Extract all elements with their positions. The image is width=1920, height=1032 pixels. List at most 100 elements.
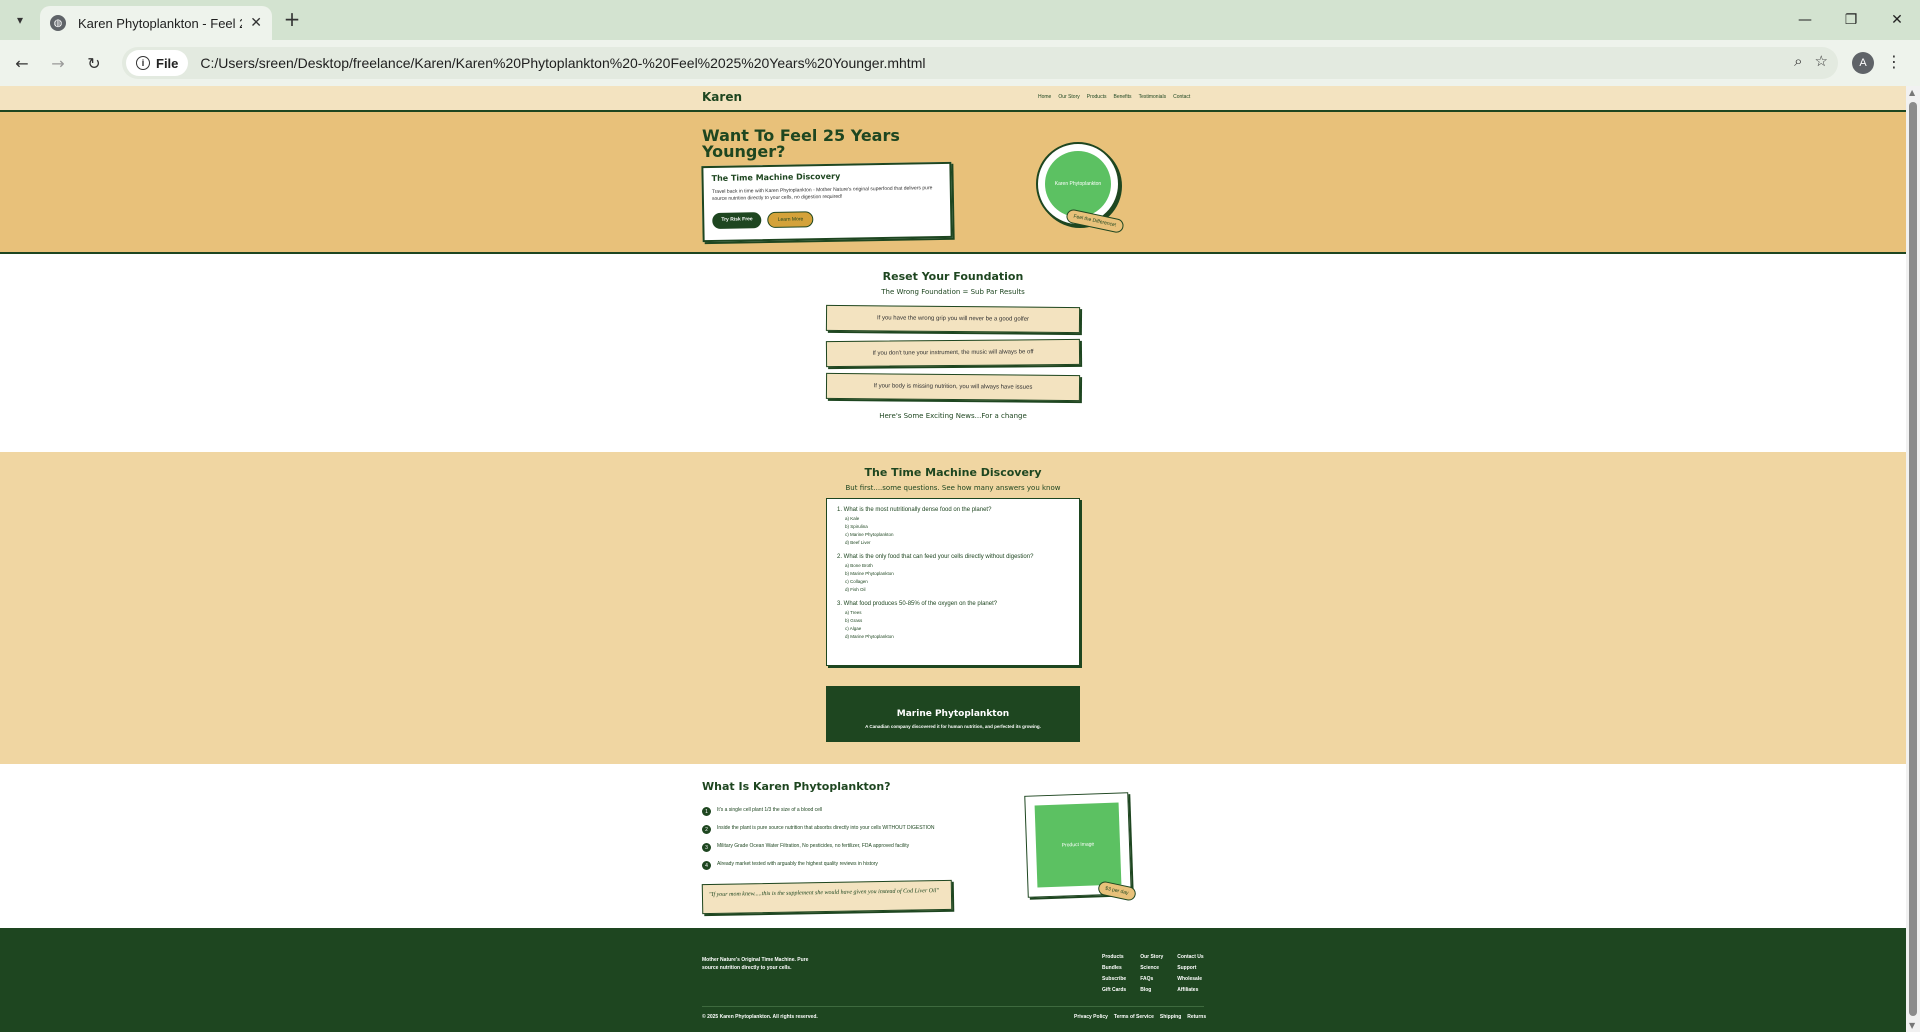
discovery-title: The Time Machine Discovery	[864, 466, 1042, 479]
footer-link[interactable]: Affiliates	[1177, 985, 1203, 996]
profile-avatar[interactable]: A	[1852, 52, 1874, 74]
scroll-down-icon[interactable]: ▼	[1909, 1021, 1915, 1030]
nav-benefits[interactable]: Benefits	[1113, 94, 1131, 100]
answer-option: b) Spirulina	[845, 524, 868, 529]
footer-link[interactable]: Support	[1177, 963, 1203, 974]
privacy-link[interactable]: Privacy Policy	[1074, 1014, 1108, 1020]
hero-circle-label: Karen Phytoplankton	[1045, 151, 1111, 217]
footer-link[interactable]: Gift Cards	[1102, 985, 1126, 996]
product-image: Product Image	[1034, 802, 1122, 888]
footer-column: Our Story Science FAQs Blog	[1140, 952, 1163, 996]
zoom-icon[interactable]: ⌕	[1794, 52, 1802, 70]
try-risk-free-button[interactable]: Try Risk Free	[712, 212, 762, 230]
scroll-up-icon[interactable]: ▲	[1909, 88, 1915, 97]
reset-item: If you don't tune your instrument, the m…	[825, 338, 1081, 368]
shipping-link[interactable]: Shipping	[1160, 1014, 1181, 1020]
quiz-card: 1. What is the most nutritionally dense …	[826, 498, 1080, 666]
window-close-icon[interactable]: ✕	[1874, 0, 1920, 40]
answer-option: a) Bone Broth	[845, 563, 873, 568]
answer-option: c) Algae	[845, 626, 862, 631]
answer-option: a) Trees	[845, 610, 862, 615]
mom-quote: "If your mom knew.....this is the supple…	[701, 879, 953, 915]
hero-card: The Time Machine Discovery Travel back i…	[701, 161, 953, 243]
forward-icon[interactable]: →	[46, 51, 70, 75]
answer-option: a) Kale	[845, 516, 860, 521]
question-text: 2. What is the only food that can feed y…	[837, 554, 1034, 560]
bookmark-star-icon[interactable]: ☆	[1815, 52, 1828, 70]
footer-link[interactable]: Our Story	[1140, 952, 1163, 963]
browser-tab[interactable]: ◍ Karen Phytoplankton - Feel 25 Years Yo…	[40, 6, 272, 40]
discovery-section: The Time Machine Discovery But first....…	[0, 452, 1906, 764]
answer-text: A Canadian company discovered it for hum…	[865, 724, 1041, 729]
footer-link[interactable]: Products	[1102, 952, 1126, 963]
url-text[interactable]: C:/Users/sreen/Desktop/freelance/Karen/K…	[200, 55, 925, 71]
terms-link[interactable]: Terms of Service	[1114, 1014, 1154, 1020]
page-viewport: Karen Home Our Story Products Benefits T…	[0, 86, 1906, 1032]
browser-toolbar: ← → ↻ i File C:/Users/sreen/Desktop/free…	[0, 40, 1920, 86]
answer-option: b) Grass	[845, 618, 863, 623]
nav-home[interactable]: Home	[1038, 94, 1051, 100]
what-is-list: 1 It's a single cell plant 1/3 the size …	[702, 806, 962, 878]
footer-link[interactable]: Wholesale	[1177, 974, 1203, 985]
footer-link[interactable]: Bundles	[1102, 963, 1126, 974]
reload-icon[interactable]: ↻	[82, 51, 106, 75]
answer-option: d) Beef Liver	[845, 540, 871, 545]
list-item: 3 Military Grade Ocean Water Filtration,…	[702, 842, 962, 852]
site-nav: Home Our Story Products Benefits Testimo…	[1038, 94, 1190, 100]
marine-phytoplankton-box: Marine Phytoplankton A Canadian company …	[826, 686, 1080, 742]
answer-option: b) Marine Phytoplankton	[845, 571, 894, 576]
menu-icon[interactable]: ⋮	[1886, 52, 1902, 71]
nav-our-story[interactable]: Our Story	[1058, 94, 1079, 100]
tab-strip: ▾ ◍ Karen Phytoplankton - Feel 25 Years …	[0, 0, 1920, 40]
nav-products[interactable]: Products	[1087, 94, 1107, 100]
exciting-news-text: Here's Some Exciting News...For a change	[879, 412, 1027, 420]
answer-option: d) Marine Phytoplankton	[845, 634, 894, 639]
learn-more-button[interactable]: Learn More	[767, 211, 814, 229]
footer-link[interactable]: Blog	[1140, 985, 1163, 996]
answer-option: c) Marine Phytoplankton	[845, 532, 894, 537]
answer-option: c) Collagen	[845, 579, 868, 584]
quiz-question-2: 2. What is the only food that can feed y…	[837, 554, 1069, 594]
list-text: Inside the plant is pure source nutritio…	[717, 825, 935, 831]
list-item: 4 Already market tested with arguably th…	[702, 860, 962, 870]
footer-column: Products Bundles Subscribe Gift Cards	[1102, 952, 1126, 996]
list-text: It's a single cell plant 1/3 the size of…	[717, 807, 823, 813]
footer-link[interactable]: Contact Us	[1177, 952, 1203, 963]
legal-links: Privacy Policy Terms of Service Shipping…	[1074, 1014, 1206, 1020]
back-icon[interactable]: ←	[10, 51, 34, 75]
site-info-chip[interactable]: i File	[126, 50, 189, 76]
nav-contact[interactable]: Contact	[1173, 94, 1190, 100]
quiz-question-3: 3. What food produces 50-85% of the oxyg…	[837, 601, 1069, 641]
reset-subtitle: The Wrong Foundation = Sub Par Results	[881, 288, 1025, 296]
info-icon: i	[136, 56, 150, 70]
site-logo[interactable]: Karen	[702, 90, 742, 104]
quiz-question-1: 1. What is the most nutritionally dense …	[837, 507, 1069, 547]
site-header: Karen Home Our Story Products Benefits T…	[0, 86, 1906, 112]
question-text: 1. What is the most nutritionally dense …	[837, 507, 992, 513]
hero-title: Want To Feel 25 Years Younger?	[702, 126, 900, 161]
site-info-label: File	[156, 55, 179, 71]
new-tab-button[interactable]: +	[282, 9, 302, 30]
hero-card-title: The Time Machine Discovery	[711, 171, 841, 184]
close-icon[interactable]: ✕	[250, 15, 262, 31]
list-number: 3	[702, 843, 711, 852]
footer-link[interactable]: Science	[1140, 963, 1163, 974]
tab-search-icon[interactable]: ▾	[8, 8, 32, 32]
footer-link[interactable]: FAQs	[1140, 974, 1163, 985]
footer-link[interactable]: Subscribe	[1102, 974, 1126, 985]
footer-column: Contact Us Support Wholesale Affiliates	[1177, 952, 1203, 996]
nav-testimonials[interactable]: Testimonials	[1139, 94, 1167, 100]
list-number: 1	[702, 807, 711, 816]
returns-link[interactable]: Returns	[1187, 1014, 1206, 1020]
list-item: 1 It's a single cell plant 1/3 the size …	[702, 806, 962, 816]
product-frame: Product Image	[1024, 792, 1132, 898]
footer-links: Products Bundles Subscribe Gift Cards Ou…	[1102, 952, 1204, 996]
list-text: Military Grade Ocean Water Filtration, N…	[717, 843, 910, 849]
restore-icon[interactable]: ❐	[1828, 0, 1874, 40]
address-bar[interactable]: i File C:/Users/sreen/Desktop/freelance/…	[122, 47, 1838, 79]
list-number: 2	[702, 825, 711, 834]
scroll-thumb[interactable]	[1909, 102, 1917, 1016]
vertical-scrollbar[interactable]: ▲ ▼	[1906, 86, 1920, 1032]
reset-item: If you have the wrong grip you will neve…	[825, 304, 1081, 334]
minimize-icon[interactable]: —	[1782, 0, 1828, 40]
